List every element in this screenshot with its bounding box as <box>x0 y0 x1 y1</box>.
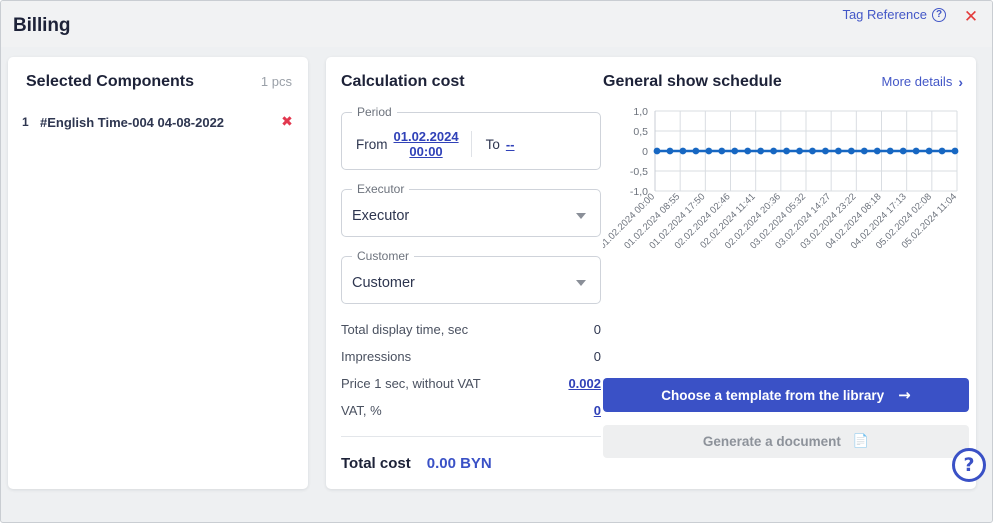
schedule-title: General show schedule <box>603 73 782 91</box>
summary-key: Price 1 sec, without VAT <box>341 376 481 391</box>
summary-key: Impressions <box>341 349 411 364</box>
tag-reference-label: Tag Reference <box>842 7 927 22</box>
executor-value: Executor <box>352 208 409 224</box>
summary-value: 0 <box>594 349 601 364</box>
help-fab-label: ? <box>963 454 974 476</box>
generate-document-button[interactable]: Generate a document 📄 <box>603 425 969 458</box>
selected-components-count: 1 pcs <box>261 74 292 89</box>
calculation-and-schedule-panel: Calculation cost Period From 01.02.2024 … <box>326 57 976 489</box>
svg-text:1,0: 1,0 <box>633 106 648 118</box>
arrow-right-icon: → <box>898 386 911 404</box>
customer-legend: Customer <box>352 249 414 263</box>
period-legend: Period <box>352 105 397 119</box>
page-title: Billing <box>13 15 70 37</box>
customer-fieldset[interactable]: Customer Customer <box>341 249 601 304</box>
choose-template-button[interactable]: Choose a template from the library → <box>603 378 969 412</box>
more-details-link[interactable]: More details › <box>882 74 963 89</box>
show-schedule-chart: 1,00,50-0,5-1,001.02.2024 00:0001.02.202… <box>603 103 963 333</box>
summary-row-vat: VAT, % 0 <box>341 397 601 424</box>
summary-value-editable[interactable]: 0.002 <box>568 376 601 391</box>
document-icon: 📄 <box>853 434 869 449</box>
close-icon[interactable]: ✕ <box>958 5 984 29</box>
summary-row-total-display-time: Total display time, sec 0 <box>341 316 601 343</box>
chevron-down-icon <box>576 213 586 219</box>
question-circle-icon: ? <box>932 8 946 22</box>
executor-fieldset[interactable]: Executor Executor <box>341 182 601 237</box>
dialog-header: Billing Tag Reference ? ✕ <box>1 1 993 47</box>
selected-components-header: Selected Components 1 pcs <box>26 73 292 91</box>
chevron-right-icon: › <box>958 75 963 89</box>
selected-components-title: Selected Components <box>26 73 194 91</box>
period-from-label: From <box>356 137 388 152</box>
executor-legend: Executor <box>352 182 409 196</box>
schedule-header: General show schedule More details › <box>603 73 963 91</box>
period-to-value[interactable]: -- <box>506 137 515 152</box>
summary-value-editable[interactable]: 0 <box>594 403 601 418</box>
period-to-label: To <box>486 137 500 152</box>
period-from-value[interactable]: 01.02.2024 00:00 <box>394 129 459 159</box>
total-cost-value: 0.00 BYN <box>427 455 492 472</box>
calculation-cost-title: Calculation cost <box>341 73 601 91</box>
generate-document-label: Generate a document <box>703 434 841 449</box>
divider <box>341 436 601 437</box>
summary-key: Total display time, sec <box>341 322 468 337</box>
summary-row-price-per-sec: Price 1 sec, without VAT 0.002 <box>341 370 601 397</box>
selected-components-panel: Selected Components 1 pcs 1 #English Tim… <box>8 57 308 489</box>
summary-row-impressions: Impressions 0 <box>341 343 601 370</box>
svg-text:0,5: 0,5 <box>633 126 648 138</box>
executor-select[interactable]: Executor <box>352 196 590 236</box>
list-item-index: 1 <box>22 115 40 129</box>
summary-key: VAT, % <box>341 403 382 418</box>
calculation-summary-list: Total display time, sec 0 Impressions 0 … <box>341 316 601 424</box>
svg-text:0: 0 <box>642 146 648 158</box>
customer-select[interactable]: Customer <box>352 263 590 303</box>
total-cost-label: Total cost <box>341 455 411 472</box>
help-question-icon[interactable]: ? <box>952 448 986 482</box>
period-divider <box>471 131 472 157</box>
customer-value: Customer <box>352 275 415 291</box>
more-details-label: More details <box>882 74 953 89</box>
period-from-time: 00:00 <box>409 144 442 159</box>
billing-dialog: Billing Tag Reference ? ✕ Selected Compo… <box>0 0 993 523</box>
summary-value: 0 <box>594 322 601 337</box>
choose-template-label: Choose a template from the library <box>661 388 884 403</box>
period-fieldset: Period From 01.02.2024 00:00 To -- <box>341 105 601 170</box>
chevron-down-icon <box>576 280 586 286</box>
calculation-cost-section: Calculation cost Period From 01.02.2024 … <box>341 73 601 475</box>
general-show-schedule-section: General show schedule More details › 1,0… <box>603 73 963 475</box>
period-from-date: 01.02.2024 <box>394 129 459 144</box>
list-item-label: #English Time-004 04-08-2022 <box>40 115 278 130</box>
svg-text:-0,5: -0,5 <box>630 166 648 178</box>
list-item[interactable]: 1 #English Time-004 04-08-2022 ✖ <box>22 111 296 133</box>
remove-x-icon[interactable]: ✖ <box>278 114 296 130</box>
tag-reference-link[interactable]: Tag Reference ? <box>842 7 946 22</box>
schedule-line-chart-svg: 1,00,50-0,5-1,001.02.2024 00:0001.02.202… <box>603 103 963 333</box>
total-cost-row: Total cost 0.00 BYN <box>341 455 601 472</box>
